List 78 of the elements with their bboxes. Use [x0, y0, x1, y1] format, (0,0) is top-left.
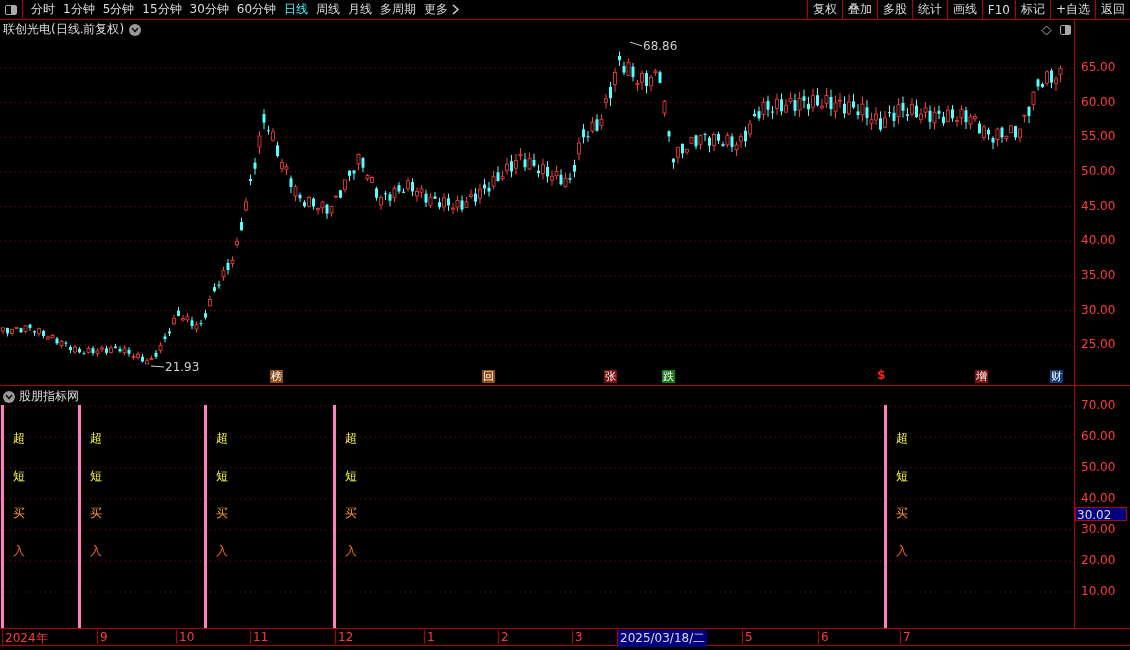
signal-label: 超 — [345, 430, 357, 447]
signal-label: 短 — [13, 467, 25, 485]
signal-label: 买 — [90, 505, 102, 523]
price-label: 68.86 — [643, 39, 678, 53]
axis-label: 60.00 — [1081, 94, 1116, 109]
signal-label: 入 — [896, 543, 908, 561]
axis-label: 35.00 — [1081, 267, 1116, 282]
period-tab[interactable]: 60分钟 — [236, 1, 277, 18]
period-tab[interactable]: 30分钟 — [189, 1, 229, 18]
date-label: 12 — [335, 630, 356, 644]
leader-line — [629, 41, 643, 47]
date-label: 9 — [97, 630, 110, 644]
period-tab[interactable]: 月线 — [348, 1, 373, 18]
date-label: 11 — [250, 630, 271, 644]
axis-label: 40.00 — [1081, 233, 1116, 248]
leader-line — [150, 365, 165, 368]
period-tab[interactable]: 15分钟 — [142, 1, 182, 18]
diamond-icon[interactable] — [1041, 25, 1052, 36]
period-tab[interactable]: 日线 — [284, 1, 309, 18]
date-label: 10 — [176, 630, 197, 644]
event-marker[interactable]: 张 — [604, 370, 617, 383]
axis-label: 10.00 — [1081, 584, 1116, 598]
event-marker[interactable]: $ — [877, 368, 886, 382]
axis-label: 25.00 — [1081, 337, 1116, 352]
signal-label: 入 — [90, 543, 102, 561]
period-tab[interactable]: 5分钟 — [102, 1, 135, 18]
signal-label: 入 — [216, 543, 228, 561]
date-label: 2024年 — [2, 630, 50, 647]
event-marker[interactable]: 财 — [1050, 370, 1063, 383]
chevron-down-icon[interactable] — [3, 390, 15, 403]
signal-label: 入 — [13, 543, 25, 561]
axis-label: 60.00 — [1081, 429, 1116, 443]
date-label: 1 — [424, 630, 437, 644]
date-label: 5 — [742, 630, 755, 644]
signal-label: 短 — [216, 467, 228, 485]
signal-label: 买 — [345, 505, 357, 523]
axis-label: 50.00 — [1081, 460, 1116, 474]
date-label: 3 — [572, 630, 585, 644]
axis-label: 50.00 — [1081, 163, 1116, 178]
signal-label: 短 — [90, 467, 102, 485]
event-marker[interactable]: 跌 — [662, 370, 675, 383]
signal-label: 超 — [90, 430, 102, 447]
period-tab[interactable]: 多周期 — [380, 1, 417, 18]
axis-label: 30.00 — [1081, 522, 1116, 536]
date-label: 6 — [818, 630, 831, 644]
event-marker[interactable]: 回 — [482, 370, 495, 383]
panel-toggle-icon[interactable] — [1059, 24, 1071, 36]
date-label: 2 — [498, 630, 511, 644]
period-tab[interactable]: 更多 — [424, 1, 449, 18]
signal-label: 短 — [345, 467, 357, 485]
chevron-down-icon[interactable] — [129, 23, 142, 36]
axis-label: 40.00 — [1081, 491, 1116, 505]
axis-label: 65.00 — [1081, 60, 1116, 74]
axis-label: 20.00 — [1081, 553, 1116, 567]
period-tab[interactable]: 1分钟 — [63, 1, 95, 18]
date-label: 7 — [900, 630, 913, 644]
period-tab[interactable]: 周线 — [316, 1, 341, 18]
chevron-right-icon[interactable] — [452, 4, 460, 15]
signal-label: 买 — [216, 505, 228, 523]
axis-label: 55.00 — [1081, 129, 1116, 144]
signal-label: 买 — [896, 505, 908, 523]
event-marker[interactable]: 榜 — [270, 370, 283, 383]
date-label: 2025/03/18/二 — [617, 630, 708, 647]
price-label: 21.93 — [165, 360, 200, 374]
axis-label: 70.00 — [1081, 398, 1116, 412]
signal-label: 超 — [896, 430, 908, 447]
axis-label: 30.00 — [1081, 302, 1116, 317]
signal-label: 超 — [216, 430, 228, 447]
axis-label: 45.00 — [1081, 198, 1116, 213]
signal-label: 短 — [896, 467, 908, 485]
signal-label: 买 — [13, 505, 25, 523]
event-marker[interactable]: 增 — [975, 370, 988, 383]
current-value-label: 30.02 — [1075, 507, 1127, 521]
signal-label: 超 — [13, 430, 25, 447]
signal-label: 入 — [345, 543, 357, 561]
indicator-title: 股朋指标网 — [19, 388, 79, 405]
period-tab[interactable]: 分时 — [31, 1, 55, 18]
chart-title: 联创光电(日线.前复权) — [3, 21, 125, 38]
